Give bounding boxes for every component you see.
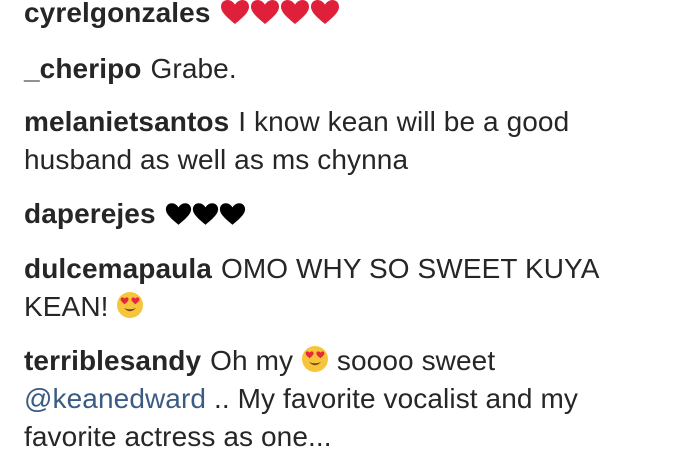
comment-text: Grabe. [150, 53, 237, 84]
comment-text: soooo sweet [336, 345, 496, 376]
heart-eyes-emoji-icon [301, 345, 329, 373]
comment-text: Oh my [210, 345, 294, 376]
comment-item: cyrelgonzales [24, 0, 674, 32]
comment-item: melanietsantos I know kean will be a good… [24, 103, 674, 179]
comment-username[interactable]: cyrelgonzales [24, 0, 211, 28]
red-heart-icon [220, 0, 250, 25]
comment-item: dulcemapaula OMO WHY SO SWEET KUYA KEAN! [24, 250, 674, 326]
comment-username[interactable]: daperejes [24, 198, 156, 229]
comment-item: terriblesandy Oh my soooo sweet @keanedwa… [24, 342, 674, 456]
black-heart-icon [192, 202, 219, 226]
comment-username[interactable]: _cheripo [24, 53, 142, 84]
red-heart-icon [280, 0, 310, 25]
comment-username[interactable]: melanietsantos [24, 106, 229, 137]
comment-item: _cheripo Grabe. [24, 50, 674, 88]
red-heart-icon [250, 0, 280, 25]
red-heart-icon [310, 0, 340, 25]
comment-username[interactable]: dulcemapaula [24, 253, 212, 284]
comment-username[interactable]: terriblesandy [24, 345, 201, 376]
comment-item: daperejes [24, 195, 674, 233]
mention-link[interactable]: @keanedward [24, 383, 206, 414]
black-heart-icon [165, 202, 192, 226]
black-heart-icon [219, 202, 246, 226]
heart-eyes-emoji-icon [116, 291, 144, 319]
